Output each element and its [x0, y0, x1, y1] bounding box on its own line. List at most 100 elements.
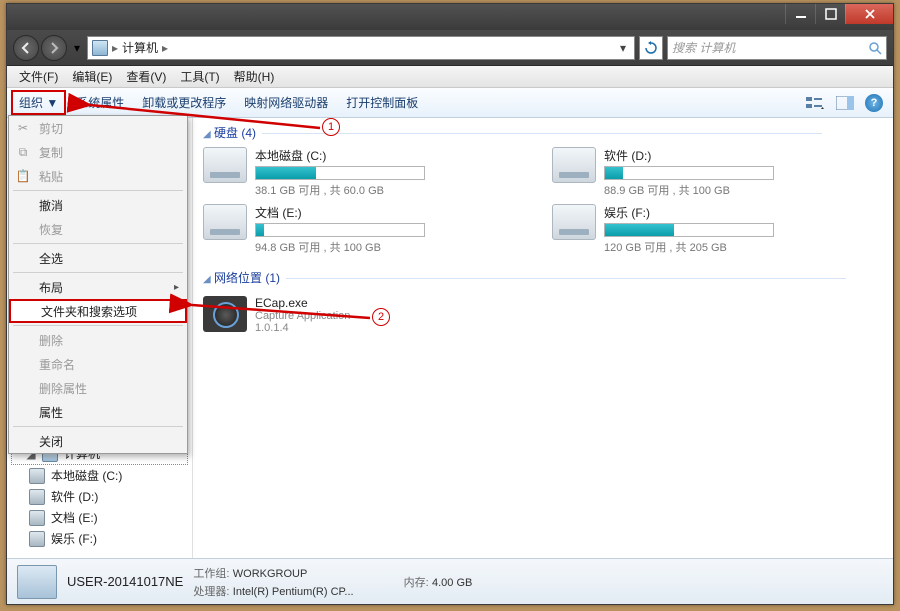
group-header-network[interactable]: ◢ 网络位置 (1): [203, 263, 883, 292]
network-item-name: ECap.exe: [255, 296, 350, 310]
menu-item-copy[interactable]: ⧉ 复制: [9, 140, 187, 164]
computer-icon: [92, 40, 108, 56]
drive-icon: [29, 489, 45, 505]
menu-view[interactable]: 查看(V): [120, 66, 172, 87]
forward-button[interactable]: [41, 35, 67, 61]
drive-icon: [29, 468, 45, 484]
menu-help[interactable]: 帮助(H): [228, 66, 281, 87]
toolbar: 组织 ▼ 系统属性 卸载或更改程序 映射网络驱动器 打开控制面板 ?: [7, 88, 893, 118]
status-memory-value: 4.00 GB: [432, 577, 472, 589]
capacity-bar: [255, 166, 425, 180]
drive-name: 文档 (E:): [255, 204, 534, 221]
drive-item-f[interactable]: 娱乐 (F:) 120 GB 可用 , 共 205 GB: [552, 204, 883, 255]
breadcrumb-sep-icon: ▸: [112, 41, 118, 55]
menu-item-close[interactable]: 关闭: [9, 429, 187, 453]
menu-item-label: 布局: [39, 279, 63, 296]
sidebar-item-drive-f[interactable]: 娱乐 (F:): [7, 528, 192, 549]
camera-icon: [203, 296, 247, 332]
drive-icon: [29, 531, 45, 547]
menu-item-delete[interactable]: 删除: [9, 328, 187, 352]
sidebar-label: 软件 (D:): [51, 488, 98, 505]
map-network-drive-button[interactable]: 映射网络驱动器: [236, 90, 336, 115]
group-label: 网络位置 (1): [214, 271, 280, 285]
maximize-button[interactable]: [815, 4, 845, 24]
view-options-button[interactable]: [805, 93, 825, 113]
drive-item-c[interactable]: 本地磁盘 (C:) 38.1 GB 可用 , 共 60.0 GB: [203, 147, 534, 198]
drive-item-e[interactable]: 文档 (E:) 94.8 GB 可用 , 共 100 GB: [203, 204, 534, 255]
sidebar-item-drive-d[interactable]: 软件 (D:): [7, 486, 192, 507]
minimize-button[interactable]: [785, 4, 815, 24]
sidebar-item-drive-e[interactable]: 文档 (E:): [7, 507, 192, 528]
menu-item-label: 文件夹和搜索选项: [41, 303, 137, 320]
status-memory-key: 内存:: [404, 577, 429, 589]
menu-item-select-all[interactable]: 全选: [9, 246, 187, 270]
menu-item-remove-properties[interactable]: 删除属性: [9, 376, 187, 400]
menu-item-label: 删除属性: [39, 380, 87, 397]
search-input[interactable]: 搜索 计算机: [667, 36, 887, 60]
history-dropdown[interactable]: ▾: [71, 38, 83, 58]
preview-pane-button[interactable]: [835, 93, 855, 113]
menu-item-label: 删除: [39, 332, 63, 349]
menu-item-label: 剪切: [39, 120, 63, 137]
capacity-bar: [255, 223, 425, 237]
close-button[interactable]: [845, 4, 893, 24]
network-item-version: 1.0.1.4: [255, 322, 350, 334]
content-pane: ◢ 硬盘 (4) 本地磁盘 (C:) 38.1 GB 可用 , 共 60.0 G…: [193, 118, 893, 558]
computer-icon: [17, 565, 57, 599]
group-header-drives[interactable]: ◢ 硬盘 (4): [203, 118, 883, 147]
back-button[interactable]: [13, 35, 39, 61]
refresh-button[interactable]: [639, 36, 663, 60]
menu-item-properties[interactable]: 属性: [9, 400, 187, 424]
sidebar-label: 文档 (E:): [51, 509, 98, 526]
menu-item-layout[interactable]: 布局: [9, 275, 187, 299]
status-workgroup-value: WORKGROUP: [233, 568, 308, 580]
network-item-ecap[interactable]: ECap.exe Capture Application 1.0.1.4: [203, 296, 883, 334]
uninstall-programs-button[interactable]: 卸载或更改程序: [134, 90, 234, 115]
menu-item-cut[interactable]: ✂ 剪切: [9, 116, 187, 140]
annotation-badge-2: 2: [372, 308, 390, 326]
sidebar-item-drive-c[interactable]: 本地磁盘 (C:): [7, 465, 192, 486]
drive-name: 本地磁盘 (C:): [255, 147, 534, 164]
address-dropdown-icon[interactable]: ▾: [616, 41, 630, 55]
drive-name: 软件 (D:): [604, 147, 883, 164]
menu-item-paste[interactable]: 📋粘贴: [9, 164, 187, 188]
status-processor-key: 处理器:: [193, 586, 229, 598]
menu-file[interactable]: 文件(F): [13, 66, 64, 87]
menu-tools[interactable]: 工具(T): [174, 66, 225, 87]
menu-item-label: 复制: [39, 144, 63, 161]
paste-icon: 📋: [15, 168, 31, 184]
drive-item-d[interactable]: 软件 (D:) 88.9 GB 可用 , 共 100 GB: [552, 147, 883, 198]
open-control-panel-button[interactable]: 打开控制面板: [338, 90, 426, 115]
drive-capacity-text: 38.1 GB 可用 , 共 60.0 GB: [255, 182, 534, 198]
status-workgroup-key: 工作组:: [193, 568, 229, 580]
drive-icon: [552, 147, 596, 183]
drive-icon: [203, 147, 247, 183]
drive-icon: [29, 510, 45, 526]
drive-name: 娱乐 (F:): [604, 204, 883, 221]
organize-button[interactable]: 组织 ▼: [11, 90, 66, 115]
drive-icon: [203, 204, 247, 240]
search-icon: [868, 41, 882, 55]
search-placeholder: 搜索 计算机: [672, 39, 735, 56]
drive-capacity-text: 94.8 GB 可用 , 共 100 GB: [255, 239, 534, 255]
breadcrumb-sep-icon: ▸: [162, 41, 168, 55]
capacity-bar: [604, 166, 774, 180]
menu-item-label: 重命名: [39, 356, 75, 373]
copy-icon: ⧉: [15, 144, 31, 160]
drive-capacity-text: 120 GB 可用 , 共 205 GB: [604, 239, 883, 255]
organize-dropdown: ✂剪切 ⧉复制 📋粘贴 撤消 恢复 全选 布局 文件夹和搜索选项 删除 重命名 …: [8, 115, 188, 454]
cut-icon: ✂: [15, 120, 31, 136]
menubar: 文件(F) 编辑(E) 查看(V) 工具(T) 帮助(H): [7, 66, 893, 88]
menu-item-redo[interactable]: 恢复: [9, 217, 187, 241]
address-bar[interactable]: ▸ 计算机 ▸ ▾: [87, 36, 635, 60]
sidebar-label: 娱乐 (F:): [51, 530, 97, 547]
system-properties-button[interactable]: 系统属性: [68, 90, 132, 115]
nav-row: ▾ ▸ 计算机 ▸ ▾ 搜索 计算机: [7, 30, 893, 66]
menu-edit[interactable]: 编辑(E): [66, 66, 118, 87]
menu-item-rename[interactable]: 重命名: [9, 352, 187, 376]
menu-item-undo[interactable]: 撤消: [9, 193, 187, 217]
titlebar: [7, 4, 893, 30]
menu-item-folder-search-options[interactable]: 文件夹和搜索选项: [9, 299, 187, 323]
help-button[interactable]: ?: [865, 94, 883, 112]
breadcrumb-root[interactable]: 计算机: [122, 39, 158, 56]
